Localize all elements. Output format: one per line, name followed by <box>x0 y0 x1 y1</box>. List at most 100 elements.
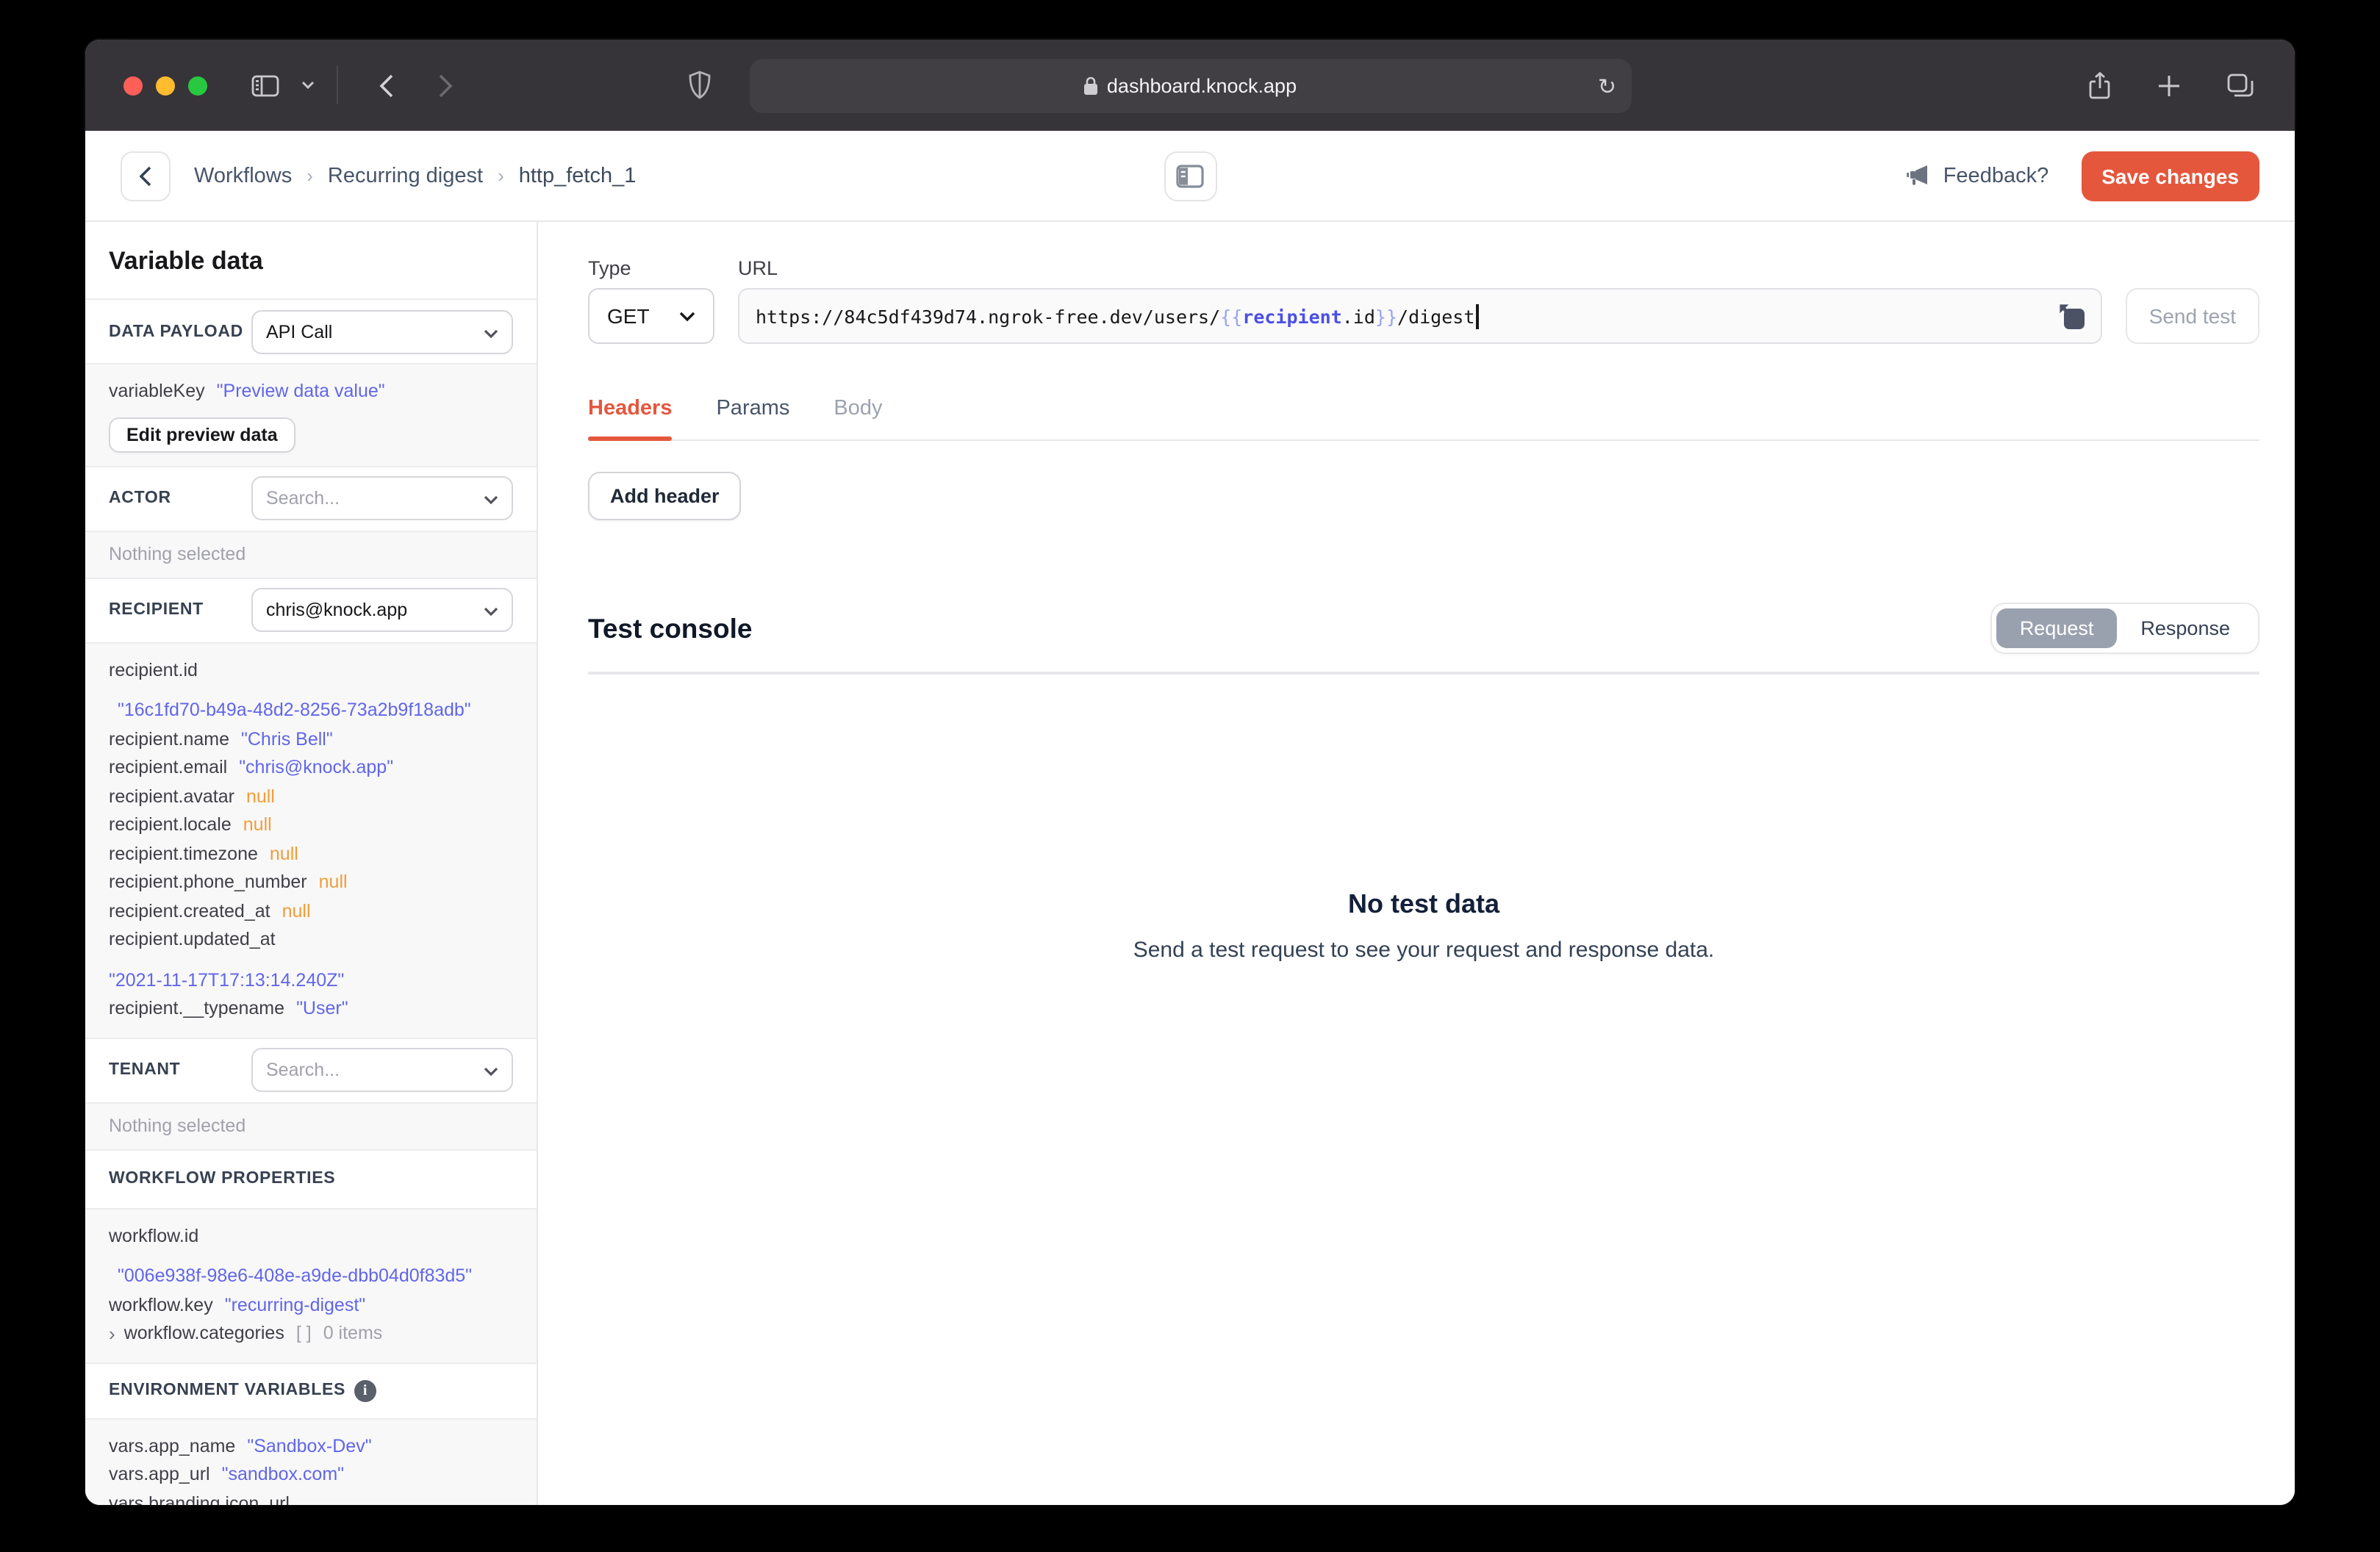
minimize-window-button[interactable] <box>156 76 175 95</box>
actor-empty-text: Nothing selected <box>109 543 246 564</box>
variable-key: recipient.__typename <box>109 998 285 1018</box>
chevron-left-icon <box>140 165 151 186</box>
tab-params[interactable]: Params <box>716 397 789 439</box>
data-payload-select[interactable]: API Call <box>251 309 513 353</box>
back-button[interactable] <box>121 151 171 201</box>
recipient-selected-value: chris@knock.app <box>266 600 408 620</box>
add-header-button[interactable]: Add header <box>588 472 742 520</box>
toolbar-separator <box>337 66 338 104</box>
tabs-icon <box>2227 73 2254 97</box>
tab-headers[interactable]: Headers <box>588 397 673 441</box>
variable-key: recipient.updated_at <box>109 929 276 949</box>
breadcrumb-item[interactable]: Workflows <box>194 164 292 187</box>
tenant-placeholder: Search... <box>266 1060 340 1080</box>
privacy-shield-icon[interactable] <box>687 71 711 107</box>
breadcrumb: Workflows › Recurring digest › http_fetch_1 <box>194 164 636 187</box>
variable-value: "recurring-digest" <box>224 1294 366 1315</box>
tab-overview-button[interactable] <box>2221 68 2259 103</box>
edit-preview-data-button[interactable]: Edit preview data <box>109 417 295 452</box>
env-fields-section: vars.app_name "Sandbox-Dev" vars.app_url "s… <box>85 1418 537 1505</box>
url-segment: .id <box>1341 305 1375 327</box>
actor-placeholder: Search... <box>266 488 340 509</box>
breadcrumb-separator: › <box>307 165 313 187</box>
recipient-fields-section: recipient.id "16c1fd70-b49a-48d2-8256-73a… <box>85 642 537 1037</box>
feedback-button[interactable]: Feedback? <box>1906 164 2049 187</box>
variable-value: null <box>243 814 272 835</box>
empty-state: No test data Send a test request to see … <box>588 889 2259 963</box>
segment-request[interactable]: Request <box>1996 608 2118 648</box>
variable-kv-row: vars.app_url "sandbox.com" <box>109 1461 513 1490</box>
variable-key: vars.app_url <box>109 1464 210 1484</box>
tenant-label: TENANT <box>109 1061 181 1079</box>
preview-data-kv: variableKey "Preview data value" <box>109 378 513 406</box>
tenant-row: TENANT Search... <box>85 1037 537 1102</box>
sidebar-title: Variable data <box>109 247 263 275</box>
workflow-fields-section: workflow.id "006e938f-98e6-408e-a9de-dbb0… <box>85 1207 537 1362</box>
variable-data-sidebar: Variable data DATA PAYLOAD API Call vari… <box>85 222 538 1505</box>
sidebar-menu-chevron[interactable] <box>295 75 320 96</box>
close-window-button[interactable] <box>123 76 143 95</box>
back-nav-button[interactable] <box>373 67 400 104</box>
variable-key: workflow.key <box>109 1294 213 1315</box>
browser-sidebar-button[interactable] <box>245 68 285 102</box>
request-response-toggle: Request Response <box>1990 603 2259 654</box>
variable-key: recipient.phone_number <box>109 872 307 892</box>
variable-value: [ ] <box>295 1323 312 1343</box>
actor-label: ACTOR <box>109 489 171 507</box>
tenant-select[interactable]: Search... <box>251 1048 513 1092</box>
chevron-down-icon <box>484 488 498 509</box>
expand-editor-button[interactable] <box>2057 301 2087 332</box>
breadcrumb-item[interactable]: Recurring digest <box>328 164 483 187</box>
segment-response[interactable]: Response <box>2117 608 2254 648</box>
variable-kv-row: recipient.created_at null <box>109 897 513 926</box>
browser-window: dashboard.knock.app ↻ Workflows › Recurr… <box>85 40 2295 1505</box>
variable-value: null <box>269 843 298 863</box>
workflow-properties-label: WORKFLOW PROPERTIES <box>109 1170 336 1188</box>
info-icon[interactable]: i <box>354 1379 377 1401</box>
variable-kv-row: recipient.id "16c1fd70-b49a-48d2-8256-73a… <box>109 656 513 725</box>
url-segment: {{ <box>1220 305 1243 327</box>
variable-value: "006e938f-98e6-408e-a9de-dbb04d0f83d5" <box>118 1265 473 1286</box>
request-config-row: Type GET URL https://84c5df439d74.ngrok-… <box>588 257 2259 344</box>
variable-key: recipient.id <box>109 659 198 680</box>
preview-key: variableKey <box>109 381 205 401</box>
desktop: dashboard.knock.app ↻ Workflows › Recurr… <box>0 0 2380 1552</box>
type-field: Type GET <box>588 257 714 344</box>
url-input[interactable]: https://84c5df439d74.ngrok-free.dev/user… <box>738 288 2102 344</box>
save-changes-button[interactable]: Save changes <box>2081 151 2259 201</box>
actor-select[interactable]: Search... <box>251 476 513 520</box>
share-button[interactable] <box>2083 65 2117 105</box>
variable-kv-row: vars.branding.icon_url <box>109 1490 513 1505</box>
breadcrumb-item[interactable]: http_fetch_1 <box>519 164 637 187</box>
panel-toggle-button[interactable] <box>1164 151 1216 201</box>
zoom-window-button[interactable] <box>188 76 207 95</box>
preview-data-section: variableKey "Preview data value" Edit pr… <box>85 363 537 465</box>
forward-nav-button[interactable] <box>432 67 459 104</box>
expand-caret-icon[interactable]: › <box>109 1320 115 1348</box>
variable-key: recipient.email <box>109 757 228 777</box>
send-test-button[interactable]: Send test <box>2125 288 2259 344</box>
http-method-select[interactable]: GET <box>588 288 714 344</box>
address-bar[interactable]: dashboard.knock.app ↻ <box>688 59 1631 113</box>
chevron-left-icon <box>379 73 393 97</box>
variable-key: recipient.created_at <box>109 900 270 921</box>
test-console-title: Test console <box>588 612 753 643</box>
breadcrumb-separator: › <box>498 165 504 187</box>
variable-kv-row: recipient.timezone null <box>109 840 513 869</box>
variable-kv-row: vars.app_name "Sandbox-Dev" <box>109 1432 513 1461</box>
reload-icon[interactable]: ↻ <box>1598 73 1616 99</box>
variable-suffix: 0 items <box>323 1323 383 1343</box>
variable-kv-row: recipient.name "Chris Bell" <box>109 725 513 754</box>
variable-kv-row: workflow.id "006e938f-98e6-408e-a9de-dbb0… <box>109 1222 513 1291</box>
chevron-right-icon <box>439 73 453 97</box>
url-segment: https://84c5df439d74.ngrok-free.dev/user… <box>756 305 1221 327</box>
new-tab-button[interactable] <box>2152 68 2186 102</box>
variable-value: null <box>318 872 348 892</box>
app-header: Workflows › Recurring digest › http_fetch_1 <box>85 131 2295 222</box>
variable-kv-row: recipient.avatar null <box>109 783 513 811</box>
recipient-select[interactable]: chris@knock.app <box>251 588 513 632</box>
tab-body[interactable]: Body <box>834 397 882 439</box>
console-divider <box>588 672 2259 675</box>
url-segment: }} <box>1374 305 1398 327</box>
megaphone-icon <box>1906 165 1927 185</box>
